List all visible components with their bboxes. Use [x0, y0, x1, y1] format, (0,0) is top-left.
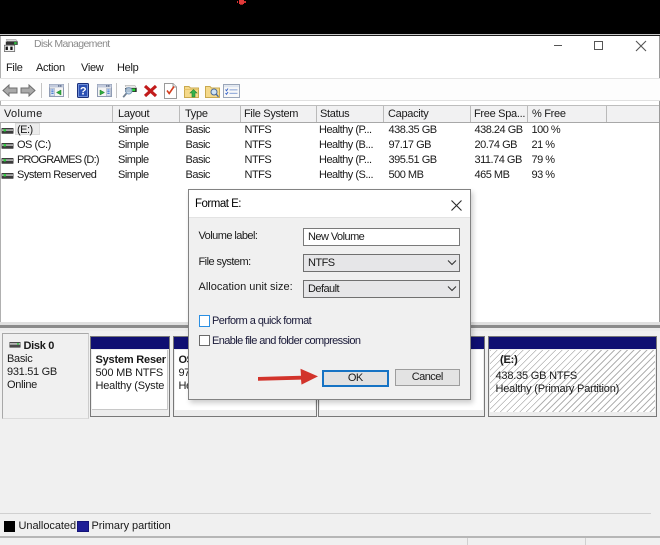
svg-text:?: ?	[79, 86, 86, 98]
